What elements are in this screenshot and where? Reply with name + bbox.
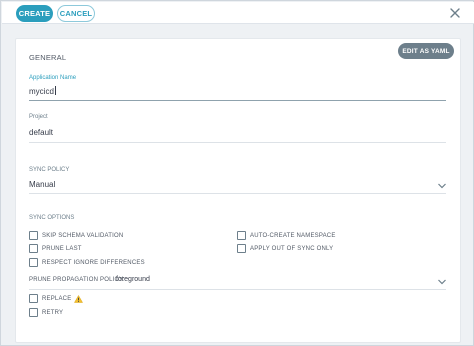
- checkbox[interactable]: [29, 231, 38, 240]
- prune-propagation-policy-label: PRUNE PROPAGATION POLICY:: [29, 277, 125, 283]
- checkbox-label: RESPECT IGNORE DIFFERENCES: [42, 259, 145, 266]
- skip-schema-validation-option[interactable]: SKIP SCHEMA VALIDATION: [29, 231, 123, 240]
- application-name-input[interactable]: mycicd: [29, 86, 56, 96]
- respect-ignore-differences-option[interactable]: RESPECT IGNORE DIFFERENCES: [29, 258, 145, 267]
- checkbox[interactable]: [29, 294, 38, 303]
- retry-option[interactable]: RETRY: [29, 308, 63, 317]
- create-application-panel: CREATE CANCEL GENERAL EDIT AS YAML Appli…: [0, 0, 474, 346]
- close-icon[interactable]: [448, 6, 462, 20]
- checkbox-label: SKIP SCHEMA VALIDATION: [42, 232, 124, 239]
- project-input[interactable]: default: [29, 128, 53, 137]
- text-cursor: [54, 86, 56, 95]
- project-label: Project: [29, 114, 48, 120]
- checkbox-label: AUTO-CREATE NAMESPACE: [250, 232, 336, 239]
- create-button[interactable]: CREATE: [16, 5, 53, 22]
- cancel-button[interactable]: CANCEL: [57, 5, 95, 22]
- panel-toolbar: CREATE CANCEL: [2, 2, 474, 24]
- chevron-down-icon[interactable]: [437, 278, 447, 286]
- checkbox-label: RETRY: [42, 309, 64, 316]
- checkbox-label: PRUNE LAST: [42, 245, 82, 252]
- prune-propagation-underline: [29, 289, 446, 290]
- sync-policy-select[interactable]: Manual: [29, 180, 55, 189]
- sync-policy-label: SYNC POLICY: [29, 167, 70, 173]
- project-underline: [29, 142, 446, 143]
- checkbox[interactable]: [29, 244, 38, 253]
- checkbox[interactable]: [29, 308, 38, 317]
- auto-create-namespace-option[interactable]: AUTO-CREATE NAMESPACE: [237, 231, 336, 240]
- prune-propagation-policy-select[interactable]: foreground: [116, 276, 150, 283]
- apply-out-of-sync-only-option[interactable]: APPLY OUT OF SYNC ONLY: [237, 244, 333, 253]
- prune-last-option[interactable]: PRUNE LAST: [29, 244, 82, 253]
- application-name-label: Application Name: [29, 75, 77, 81]
- application-form-card: GENERAL EDIT AS YAML Application Name my…: [15, 38, 461, 343]
- checkbox-label: REPLACE: [42, 295, 72, 302]
- application-name-underline: [29, 100, 446, 101]
- checkbox[interactable]: [237, 244, 246, 253]
- sync-policy-underline: [29, 193, 446, 194]
- checkbox[interactable]: [237, 231, 246, 240]
- replace-option[interactable]: REPLACE: [29, 294, 84, 303]
- edit-as-yaml-button[interactable]: EDIT AS YAML: [398, 43, 454, 59]
- chevron-down-icon[interactable]: [437, 182, 447, 190]
- application-name-value: mycicd: [29, 87, 54, 96]
- checkbox-label: APPLY OUT OF SYNC ONLY: [250, 245, 334, 252]
- general-section-title: GENERAL: [29, 53, 67, 62]
- sync-options-title: SYNC OPTIONS: [29, 215, 75, 221]
- warning-icon: [74, 294, 84, 303]
- checkbox[interactable]: [29, 258, 38, 267]
